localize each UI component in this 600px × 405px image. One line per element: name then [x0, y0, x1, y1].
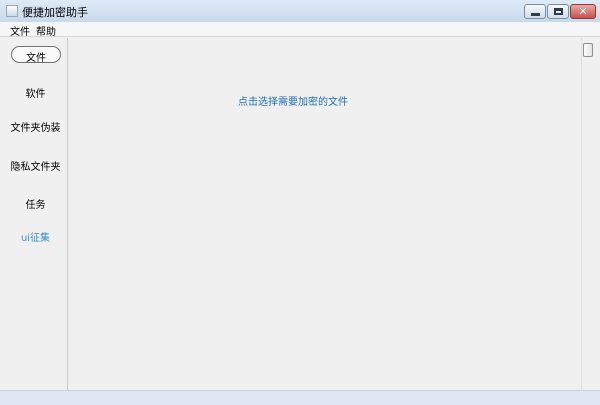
maximize-icon: [553, 8, 563, 15]
select-file-prompt[interactable]: 点击选择需要加密的文件: [68, 93, 518, 108]
menu-file[interactable]: 文件: [10, 23, 30, 38]
window-title: 便捷加密助手: [22, 6, 88, 19]
close-icon: ✕: [578, 5, 588, 18]
main-content[interactable]: 点击选择需要加密的文件: [68, 38, 580, 390]
sidebar-item-file[interactable]: 文件: [11, 46, 61, 64]
sidebar-item-private-folder[interactable]: 隐私文件夹: [4, 158, 67, 173]
sidebar-item-label: 文件: [26, 53, 46, 64]
menu-help[interactable]: 帮助: [36, 23, 56, 38]
close-button[interactable]: ✕: [570, 4, 596, 19]
app-window: 便捷加密助手 ✕ 文件 帮助 文件 软件 文件夹伪装 隐私文件夹 任务 ui征集…: [0, 0, 600, 395]
sidebar-item-folder-disguise[interactable]: 文件夹伪装: [4, 119, 67, 134]
minimize-button[interactable]: [524, 4, 546, 19]
maximize-button[interactable]: [547, 4, 569, 19]
sidebar-item-tasks[interactable]: 任务: [4, 196, 67, 211]
window-bottom-edge: [0, 390, 600, 395]
title-bar: 便捷加密助手 ✕: [0, 0, 600, 23]
minimize-icon: [530, 12, 540, 16]
app-icon: [6, 5, 18, 17]
sidebar-item-software[interactable]: 软件: [4, 85, 67, 100]
sidebar: 文件 软件 文件夹伪装 隐私文件夹 任务 ui征集: [4, 38, 68, 390]
scrollbar-thumb[interactable]: [583, 43, 593, 57]
vertical-scrollbar[interactable]: [581, 38, 595, 390]
menu-bar: 文件 帮助: [0, 22, 600, 38]
sidebar-item-ui-feedback[interactable]: ui征集: [4, 229, 67, 244]
